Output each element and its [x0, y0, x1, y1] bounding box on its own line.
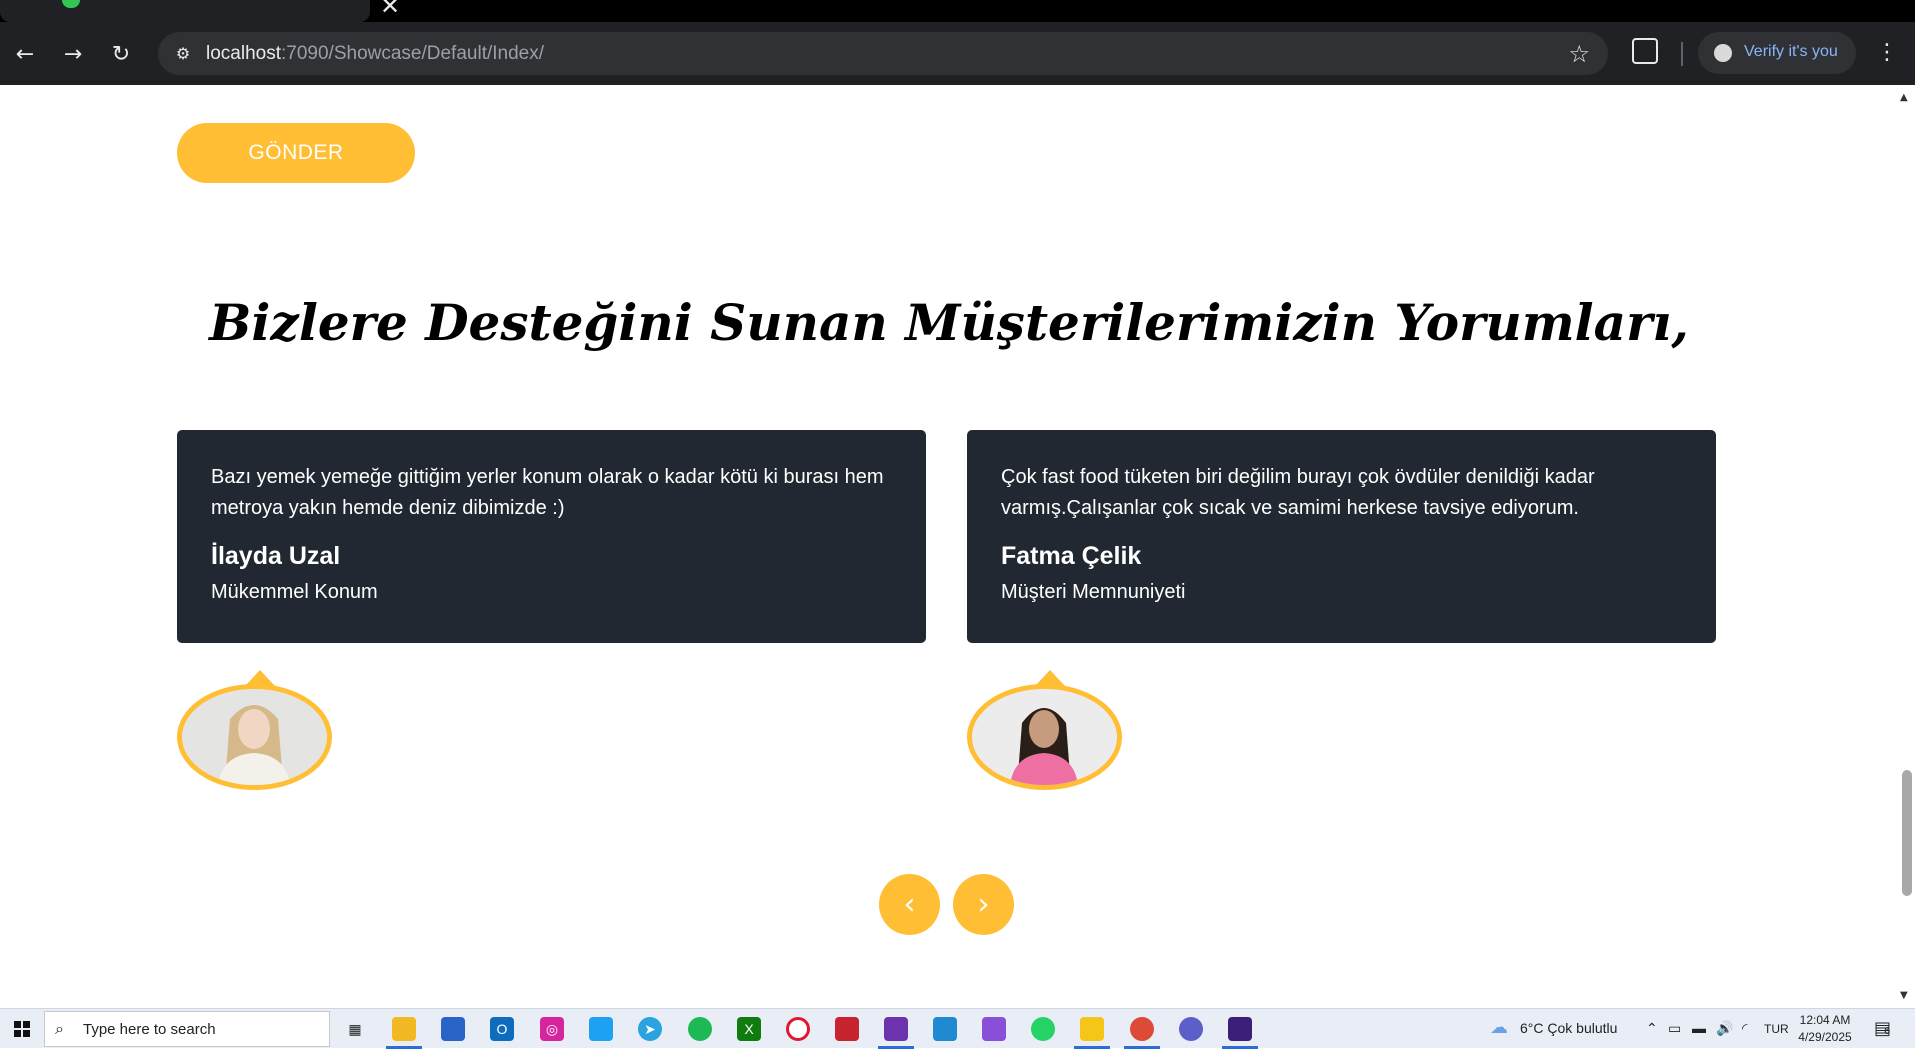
taskbar-search[interactable]: ⌕ Type here to search [44, 1011, 330, 1047]
active-tab[interactable] [0, 0, 370, 22]
testimonial-card: Bazı yemek yemeğe gittiğim yerler konum … [177, 430, 926, 643]
testimonial-text: Çok fast food tüketen biri değilim buray… [1001, 466, 1595, 519]
clock-date: 4/29/2025 [1798, 1030, 1852, 1044]
tab-strip-right [685, 0, 1915, 22]
customer-photo-darkhair [972, 689, 1117, 785]
url-host: localhost [206, 43, 281, 64]
customer-photo-blonde [182, 689, 327, 785]
telegram-icon[interactable]: ➤ [638, 1017, 662, 1041]
carousel-prev-button[interactable]: ‹ [879, 874, 940, 935]
outlook-icon[interactable]: O [490, 1017, 514, 1041]
tab-favicon [62, 0, 80, 8]
vscode-icon[interactable] [933, 1017, 957, 1041]
address-bar[interactable]: ⚙ localhost:7090/Showcase/Default/Index/… [158, 32, 1608, 75]
start-button[interactable] [0, 1009, 44, 1049]
site-info-icon[interactable]: ⚙ [172, 42, 194, 64]
page-content: GÖNDER Bizlere Desteğini Sunan Müşterile… [0, 85, 1898, 1008]
send-button[interactable]: GÖNDER [177, 123, 415, 183]
language-indicator[interactable]: TUR [1764, 1022, 1789, 1036]
windows-logo-icon [14, 1021, 30, 1037]
app-icon[interactable] [835, 1017, 859, 1041]
browser-menu-icon[interactable]: ⋮ [1876, 40, 1898, 65]
tray-chevron-icon[interactable]: ⌃ [1646, 1020, 1658, 1037]
bookmark-star-icon[interactable]: ☆ [1568, 40, 1590, 68]
url-text[interactable]: localhost:7090/Showcase/Default/Index/ [206, 43, 544, 65]
opera-icon[interactable] [786, 1017, 810, 1041]
search-placeholder: Type here to search [83, 1021, 216, 1038]
tor-browser-icon[interactable] [1179, 1017, 1203, 1041]
reload-icon[interactable]: ↻ [106, 39, 136, 69]
tab-close-icon[interactable]: ✕ [380, 0, 400, 20]
browser-toolbar: ← → ↻ ⚙ localhost:7090/Showcase/Default/… [0, 22, 1915, 85]
verify-profile-button[interactable]: Verify it's you [1698, 32, 1856, 74]
toolbar-divider [1681, 42, 1683, 66]
profile-avatar-icon [1714, 44, 1732, 62]
search-icon: ⌕ [55, 1019, 64, 1038]
scroll-down-icon[interactable]: ▼ [1900, 990, 1908, 1001]
testimonial-role: Müşteri Memnuniyeti [1001, 581, 1186, 603]
testimonial-name: Fatma Çelik [1001, 542, 1142, 570]
avatar [177, 684, 332, 790]
testimonial-text: Bazı yemek yemeğe gittiğim yerler konum … [211, 466, 884, 519]
weather-cloud-icon[interactable]: ☁ [1490, 1017, 1508, 1038]
testimonial-card: Çok fast food tüketen biri değilim buray… [967, 430, 1716, 643]
testimonial-role: Mükemmel Konum [211, 581, 378, 603]
instagram-icon[interactable]: ◎ [540, 1017, 564, 1041]
file-explorer-icon[interactable] [392, 1017, 416, 1041]
volume-icon[interactable]: 🔊 [1716, 1020, 1733, 1037]
avatar [967, 684, 1122, 790]
tab-strip: ✕ [0, 0, 1915, 22]
visual-studio-preview-icon[interactable] [982, 1017, 1006, 1041]
spotify-icon[interactable] [688, 1017, 712, 1041]
battery-icon[interactable]: ▬ [1692, 1020, 1706, 1036]
twitter-icon[interactable] [589, 1017, 613, 1041]
xbox-icon[interactable]: X [737, 1017, 761, 1041]
url-path: :7090/Showcase/Default/Index/ [281, 43, 545, 64]
paint-icon[interactable] [1080, 1017, 1104, 1041]
clock[interactable]: 12:04 AM 4/29/2025 [1790, 1012, 1860, 1046]
windows-taskbar: ⌕ Type here to search ▦ O ◎ ➤ X ☁ 6°C Ço… [0, 1008, 1915, 1049]
scroll-up-icon[interactable]: ▲ [1900, 92, 1908, 103]
scrollbar-thumb[interactable] [1902, 770, 1912, 896]
verify-label: Verify it's you [1744, 43, 1838, 60]
testimonial-avatar [177, 670, 332, 790]
whatsapp-icon[interactable] [1031, 1017, 1055, 1041]
clock-time: 12:04 AM [1799, 1013, 1851, 1027]
network-icon[interactable]: ◜ [1742, 1020, 1747, 1037]
tray-app-icon[interactable]: ▭ [1668, 1020, 1681, 1037]
extensions-icon[interactable] [1632, 38, 1658, 64]
testimonial-name: İlayda Uzal [211, 542, 341, 570]
forward-icon[interactable]: → [58, 39, 88, 69]
notification-icon[interactable]: ▤ 6 [1874, 1018, 1896, 1040]
back-icon[interactable]: ← [10, 39, 40, 69]
visual-studio-icon[interactable] [884, 1017, 908, 1041]
notification-count: 6 [1884, 1026, 1891, 1037]
carousel-next-button[interactable]: › [953, 874, 1014, 935]
chrome-icon[interactable] [1130, 1017, 1154, 1041]
weather-text[interactable]: 6°C Çok bulutlu [1520, 1020, 1617, 1036]
testimonial-avatar [967, 670, 1122, 790]
testimonials-heading: Bizlere Desteğini Sunan Müşterilerimizin… [209, 293, 1689, 352]
task-view-icon[interactable]: ▦ [343, 1017, 367, 1041]
terminal-icon[interactable] [1228, 1017, 1252, 1041]
microsoft-store-icon[interactable] [441, 1017, 465, 1041]
